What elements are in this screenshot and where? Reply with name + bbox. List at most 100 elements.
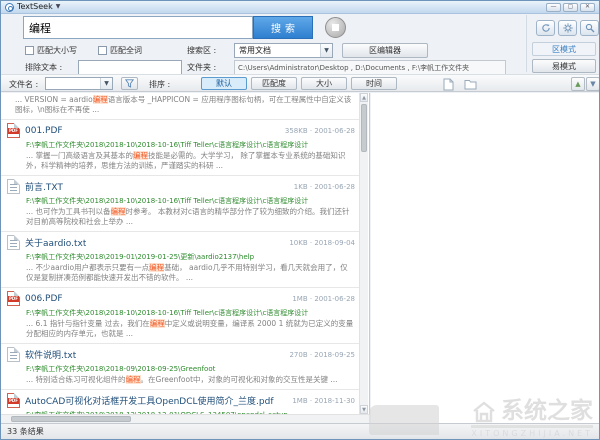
easy-mode-button[interactable]: 易模式 [532,59,596,73]
match-word-label: 匹配全词 [110,45,142,56]
zone-mode-button[interactable]: 区模式 [532,42,596,56]
file-name: 006.PDF [25,294,63,304]
gear-icon [563,23,573,33]
result-item[interactable]: 软件说明.txt 270B · 2018-09-25 F:\李帆工作文件夹\2018… [1,344,359,390]
file-name: AutoCAD可视化对话框开发工具OpenDCL使用简介_兰度.pdf [25,394,274,407]
search-button[interactable]: 搜索 [253,16,313,39]
file-path: F:\李帆工作文件夹\2018\2018-10\2018-10-16\Tiff … [26,140,355,150]
snippet: ... 特别适合练习可视化组件的编程。在Greenfoot中，对象的可视化和对象… [26,375,355,385]
options-divider [526,15,527,72]
maximize-button[interactable]: ▢ [563,3,578,12]
search-input[interactable] [23,16,253,39]
new-document-button[interactable] [441,78,455,91]
results-list: ... VERSION = aardio编程语言版本号 _HAPPICON = … [1,93,370,414]
zone-editor-button[interactable]: 区编辑器 [342,43,428,58]
file-name: 001.PDF [25,126,63,136]
next-result-button[interactable]: ▼ [586,77,600,91]
folder-label: 文件夹 : [187,63,216,73]
search-zone-select[interactable]: 常用文档 ▼ [234,43,333,58]
zoom-button[interactable] [580,20,599,36]
txt-file-icon [7,235,20,250]
snippet: ... VERSION = aardio编程语言版本号 _HAPPICON = … [15,95,355,115]
file-path: F:\李帆工作文件夹\2018\2018-10\2018-10-16\Tiff … [26,308,355,318]
result-item[interactable]: 006.PDF1MB · 2001-06-28F:\李帆工作文件夹\2018\2… [1,288,359,344]
open-folder-button[interactable] [463,78,477,91]
file-meta: 270B · 2018-09-25 [289,351,355,359]
file-meta: 358KB · 2001-06-28 [285,127,355,135]
statusbar: 33 条结果 [1,423,599,439]
sort-size-button[interactable]: 大小 [301,77,347,90]
app-title[interactable]: TextSeek [17,3,53,11]
textseek-window: TextSeek ▼ — ▢ ✕ 搜索 匹配大小写 匹配全词 搜索区 : 常用文… [0,0,600,440]
stop-button[interactable] [325,17,346,38]
stop-icon [332,24,339,31]
file-meta: 1KB · 2001-06-28 [294,183,355,191]
refresh-button[interactable] [536,20,555,36]
title-caret-down-icon[interactable]: ▼ [56,4,61,10]
pdf-file-icon [7,123,20,138]
file-name: 前言.TXT [25,180,63,193]
txt-file-icon [7,179,20,194]
snippet: ... 掌握一门高级语言及其基本的编程技能是必需的。大学学习， 除了掌握本专业系… [26,151,355,171]
exclude-label: 排除文本 : [25,63,62,73]
file-path: F:\李帆工作文件夹\2018\2019-01\2019-01-25\更新\aa… [26,252,355,262]
pdf-file-icon [7,393,20,408]
folder-icon [464,79,477,90]
checkbox-icon [98,46,107,55]
snippet: ... 也可作为工具书刊以备编程时参考。 本教材对c语言的精华部分作了较为细致的… [26,207,355,227]
sort-relevance-button[interactable]: 匹配度 [251,77,297,90]
filename-filter-select[interactable]: ▼ [45,77,113,90]
result-item[interactable]: 前言.TXT 1KB · 2001-06-28 F:\李帆工作文件夹\2018\20… [1,176,359,232]
magnifier-icon [585,23,595,33]
up-arrow-icon: ▲ [575,81,580,88]
scrollbar-thumb[interactable] [11,416,131,422]
settings-button[interactable] [558,20,577,36]
exclude-input[interactable] [78,60,182,75]
match-word-checkbox[interactable]: 匹配全词 [98,45,142,56]
app-logo-icon [5,3,14,12]
results-vertical-scrollbar[interactable]: ▲ ▼ [359,93,368,414]
close-button[interactable]: ✕ [580,3,595,12]
zone-label: 搜索区 : [187,46,216,56]
result-item[interactable]: AutoCAD可视化对话框开发工具OpenDCL使用简介_兰度.pdf 1MB ·… [1,390,359,414]
document-icon [443,78,454,91]
folder-path-field[interactable]: C:\Users\Administrator\Desktop , D:\Docu… [234,60,506,75]
snippet: ... 不少aardio用户都表示只要有一点编程基础， aardio几乎不用特别… [26,263,355,283]
minimize-button[interactable]: — [546,3,561,12]
file-name: 关于aardio.txt [25,236,86,249]
scroll-up-icon[interactable]: ▲ [360,93,368,102]
file-meta: 1MB · 2018-11-30 [292,397,355,405]
result-item[interactable]: 001.PDF 358KB · 2001-06-28 F:\李帆工作文件夹\2018… [1,120,359,176]
file-meta: 10KB · 2018-09-04 [289,239,355,247]
search-zone-value: 常用文档 [239,45,271,56]
prev-result-button[interactable]: ▲ [571,77,585,91]
filename-label: 文件名 : [9,80,38,90]
match-case-label: 匹配大小写 [37,45,77,56]
chevron-down-icon: ▼ [320,44,332,57]
pdf-file-icon [7,291,20,306]
file-path: F:\李帆工作文件夹\2018\2018-09\2018-09-25\Green… [26,364,355,374]
funnel-icon [125,79,134,88]
scroll-down-icon[interactable]: ▼ [360,405,368,414]
chevron-down-icon: ▼ [100,78,112,89]
filter-button[interactable] [121,77,138,90]
match-case-checkbox[interactable]: 匹配大小写 [25,45,77,56]
scrollbar-thumb[interactable] [361,104,367,152]
results-horizontal-scrollbar[interactable] [1,414,370,423]
toolbar: 文件名 : ▼ 排序 : 默认 匹配度 大小 时间 ▲ ▼ [1,74,599,92]
snippet: ... 6.1 指针与指针变量 过去，我们在编程中定义或说明变量，编译系 200… [26,319,355,339]
file-name: 软件说明.txt [25,348,76,361]
down-arrow-icon: ▼ [590,81,595,88]
titlebar: TextSeek ▼ — ▢ ✕ [1,1,599,14]
sort-time-button[interactable]: 时间 [351,77,397,90]
sort-default-button[interactable]: 默认 [201,77,247,90]
result-count: 33 条结果 [7,426,44,437]
file-path: F:\李帆工作文件夹\2018\2018-10\2018-10-16\Tiff … [26,196,355,206]
sort-label: 排序 : [149,80,170,90]
result-item[interactable]: ... VERSION = aardio编程语言版本号 _HAPPICON = … [1,93,359,120]
watermark-blob [369,405,439,435]
result-item[interactable]: 关于aardio.txt 10KB · 2018-09-04 F:\李帆工作文件夹\… [1,232,359,288]
refresh-icon [541,23,551,33]
checkbox-icon [25,46,34,55]
preview-pane [371,93,599,423]
